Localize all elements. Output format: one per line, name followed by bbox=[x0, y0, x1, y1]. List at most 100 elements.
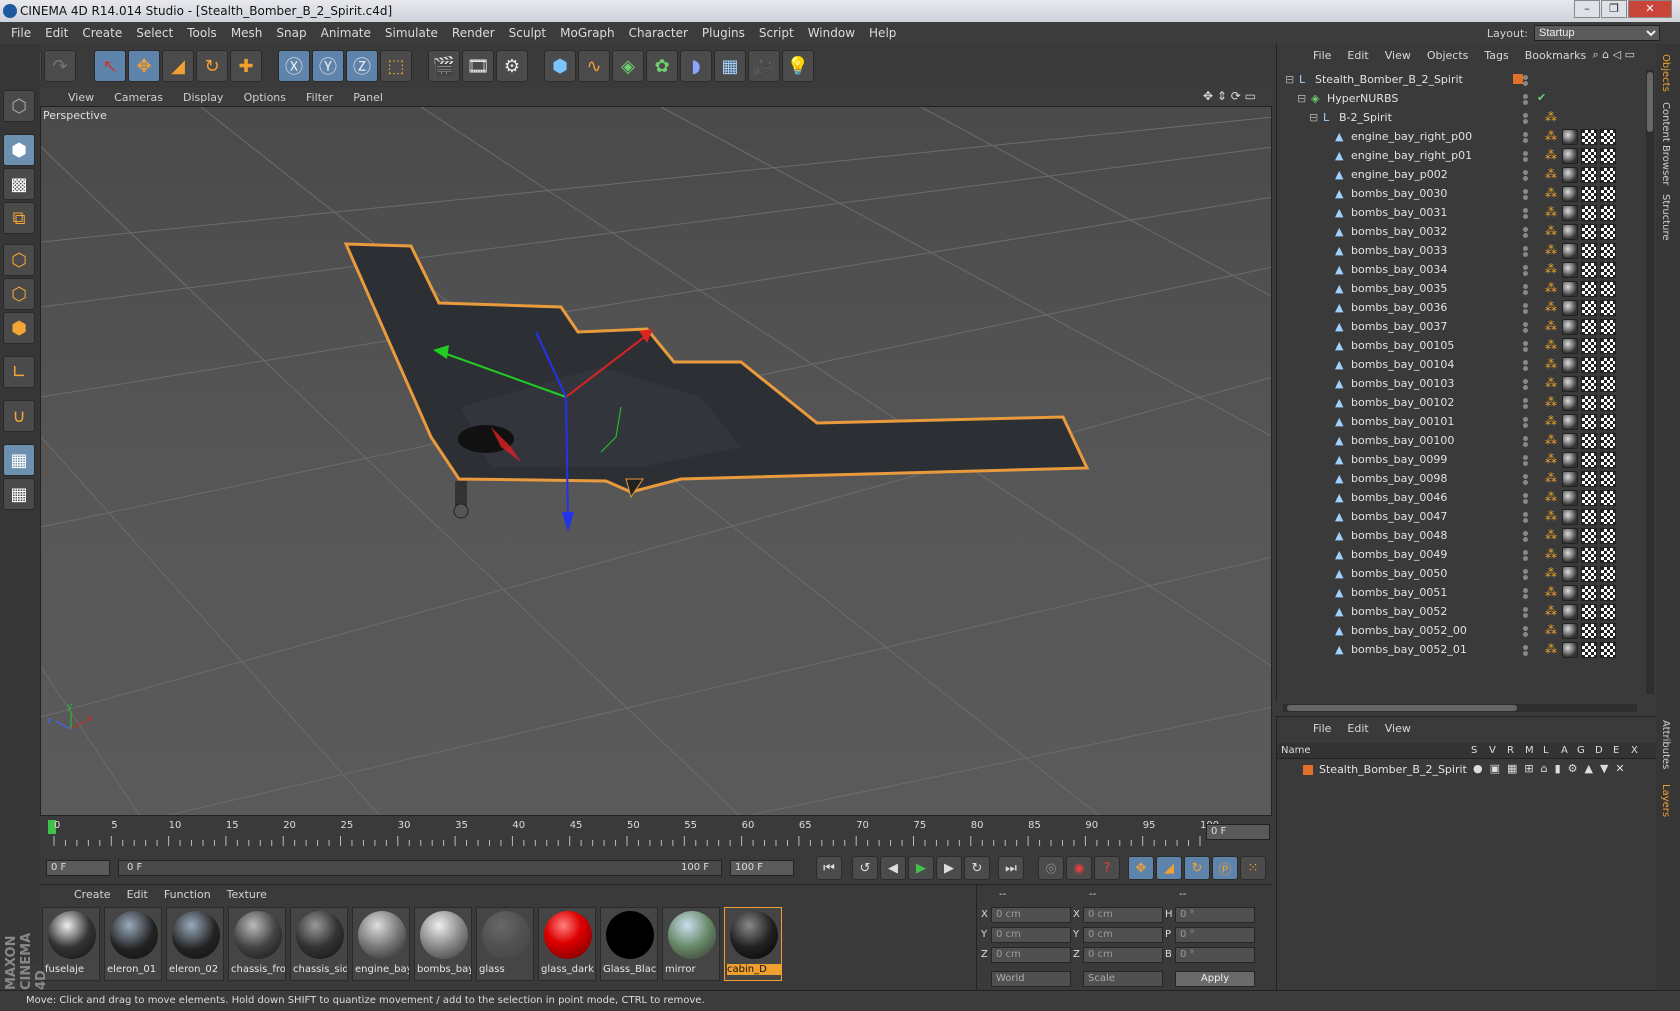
y-axis-lock-icon[interactable]: Ⓨ bbox=[312, 50, 344, 82]
texture-mode-icon[interactable]: ▩ bbox=[3, 168, 35, 200]
expand-toggle-icon[interactable] bbox=[1321, 644, 1333, 656]
object-tree-row[interactable]: ▲ bombs_bay_0050 ⁂ bbox=[1277, 564, 1647, 584]
object-tree-row[interactable]: ▲ bombs_bay_00101 ⁂ bbox=[1277, 412, 1647, 432]
layer-row[interactable]: Stealth_Bomber_B_2_Spirit ●▣▦⊞⌂▮⚙▲▼✕ bbox=[1277, 761, 1657, 779]
coord-system-dropdown[interactable]: World bbox=[991, 971, 1071, 987]
visibility-dots[interactable] bbox=[1523, 94, 1533, 105]
min-frame-field[interactable]: 0 F bbox=[46, 860, 110, 876]
expand-toggle-icon[interactable] bbox=[1321, 530, 1333, 542]
visibility-dots[interactable] bbox=[1523, 284, 1533, 295]
expand-toggle-icon[interactable] bbox=[1321, 397, 1333, 409]
layers-menu-file[interactable]: File bbox=[1305, 722, 1339, 735]
menu-script[interactable]: Script bbox=[752, 26, 801, 40]
key-parameter-icon[interactable]: Ⓟ bbox=[1212, 856, 1238, 880]
menu-mograph[interactable]: MoGraph bbox=[553, 26, 622, 40]
expand-toggle-icon[interactable] bbox=[1321, 549, 1333, 561]
object-tree-row[interactable]: ▲ bombs_bay_0048 ⁂ bbox=[1277, 526, 1647, 546]
object-tags[interactable]: ⁂ bbox=[1545, 167, 1619, 183]
object-tags[interactable]: ⁂ bbox=[1545, 547, 1619, 563]
visibility-dots[interactable] bbox=[1523, 512, 1533, 523]
play-icon[interactable]: ▶ bbox=[908, 856, 934, 880]
model-mode-icon[interactable]: ⬢ bbox=[3, 134, 35, 166]
record-position-icon[interactable]: ◎ bbox=[1038, 856, 1064, 880]
expand-toggle-icon[interactable] bbox=[1321, 131, 1333, 143]
nurbs-icon[interactable]: ◈ bbox=[612, 50, 644, 82]
material-menu-edit[interactable]: Edit bbox=[119, 888, 156, 901]
object-tags[interactable]: ⁂ bbox=[1545, 433, 1619, 449]
object-tree-row[interactable]: ▲ bombs_bay_0037 ⁂ bbox=[1277, 317, 1647, 337]
menu-render[interactable]: Render bbox=[445, 26, 502, 40]
expand-toggle-icon[interactable] bbox=[1321, 511, 1333, 523]
layer-col-d[interactable]: D bbox=[1595, 745, 1603, 756]
material-menu-texture[interactable]: Texture bbox=[219, 888, 275, 901]
tab-content-browser[interactable]: Content Browser bbox=[1660, 102, 1671, 185]
visibility-dots[interactable] bbox=[1523, 189, 1533, 200]
menu-file[interactable]: File bbox=[4, 26, 38, 40]
material-swatch[interactable]: chassis_fro bbox=[228, 907, 286, 981]
layer-col-s[interactable]: S bbox=[1471, 745, 1477, 756]
tab-objects[interactable]: Objects bbox=[1660, 54, 1671, 92]
menu-animate[interactable]: Animate bbox=[314, 26, 378, 40]
visibility-dots[interactable] bbox=[1523, 417, 1533, 428]
material-swatch[interactable]: eleron_02 bbox=[166, 907, 224, 981]
enabled-check-icon[interactable]: ✔ bbox=[1537, 91, 1546, 104]
z-axis-lock-icon[interactable]: Ⓩ bbox=[346, 50, 378, 82]
viewport-menu-filter[interactable]: Filter bbox=[296, 91, 343, 104]
visibility-dots[interactable] bbox=[1523, 626, 1533, 637]
go-to-end-icon[interactable]: ⏭ bbox=[998, 856, 1024, 880]
expand-toggle-icon[interactable] bbox=[1321, 378, 1333, 390]
size-mode-dropdown[interactable]: Scale bbox=[1083, 971, 1163, 987]
visibility-dots[interactable] bbox=[1523, 398, 1533, 409]
object-tags[interactable]: ⁂ bbox=[1545, 623, 1619, 639]
expand-toggle-icon[interactable] bbox=[1321, 188, 1333, 200]
close-button[interactable]: ✕ bbox=[1628, 0, 1672, 18]
viewport-menu-display[interactable]: Display bbox=[173, 91, 234, 104]
expand-toggle-icon[interactable] bbox=[1321, 283, 1333, 295]
layer-col-a[interactable]: A bbox=[1561, 745, 1568, 756]
key-scale-icon[interactable]: ◢ bbox=[1156, 856, 1182, 880]
object-tree-row[interactable]: ▲ engine_bay_right_p00 ⁂ bbox=[1277, 127, 1647, 147]
object-tree-row[interactable]: ▲ bombs_bay_0030 ⁂ bbox=[1277, 184, 1647, 204]
layer-col-m[interactable]: M bbox=[1525, 745, 1534, 756]
visibility-dots[interactable] bbox=[1523, 379, 1533, 390]
object-tree-hscrollbar[interactable] bbox=[1283, 704, 1637, 712]
material-swatch[interactable]: chassis_sid bbox=[290, 907, 348, 981]
expand-toggle-icon[interactable]: ⊟ bbox=[1309, 112, 1321, 124]
objects-menu-view[interactable]: View bbox=[1377, 49, 1419, 62]
visibility-dots[interactable] bbox=[1523, 474, 1533, 485]
layer-col-g[interactable]: G bbox=[1577, 745, 1585, 756]
object-tree-row[interactable]: ⊟ L Stealth_Bomber_B_2_Spirit bbox=[1277, 70, 1647, 90]
material-swatch[interactable]: Glass_Black bbox=[600, 907, 658, 981]
expand-toggle-icon[interactable] bbox=[1321, 207, 1333, 219]
object-tree-row[interactable]: ▲ bombs_bay_00104 ⁂ bbox=[1277, 355, 1647, 375]
minimize-button[interactable]: – bbox=[1574, 0, 1600, 18]
object-tree-row[interactable]: ▲ bombs_bay_0032 ⁂ bbox=[1277, 222, 1647, 242]
visibility-dots[interactable] bbox=[1523, 436, 1533, 447]
layout-dropdown[interactable]: Startup bbox=[1534, 25, 1660, 41]
objects-menu-edit[interactable]: Edit bbox=[1339, 49, 1376, 62]
object-tree-row[interactable]: ▲ bombs_bay_0099 ⁂ bbox=[1277, 450, 1647, 470]
expand-toggle-icon[interactable] bbox=[1321, 150, 1333, 162]
visibility-dots[interactable] bbox=[1523, 132, 1533, 143]
viewport-menu-panel[interactable]: Panel bbox=[343, 91, 393, 104]
object-tags[interactable]: ⁂ bbox=[1545, 642, 1619, 658]
expand-toggle-icon[interactable] bbox=[1321, 416, 1333, 428]
object-tags[interactable]: ⁂ bbox=[1545, 224, 1619, 240]
autokey-icon[interactable]: ◉ bbox=[1066, 856, 1092, 880]
menu-sculpt[interactable]: Sculpt bbox=[502, 26, 553, 40]
position-x-field[interactable]: 0 cm bbox=[991, 907, 1071, 923]
object-tree-scrollbar[interactable] bbox=[1646, 70, 1654, 694]
object-tags[interactable]: ⁂ bbox=[1545, 395, 1619, 411]
object-tags[interactable]: ⁂ bbox=[1545, 414, 1619, 430]
visibility-dots[interactable] bbox=[1523, 227, 1533, 238]
expand-toggle-icon[interactable] bbox=[1321, 340, 1333, 352]
light-icon[interactable]: 💡 bbox=[782, 50, 814, 82]
floor-scene-icon[interactable]: ▦ bbox=[714, 50, 746, 82]
material-swatch[interactable]: bombs_bay bbox=[414, 907, 472, 981]
visibility-dots[interactable] bbox=[1523, 607, 1533, 618]
viewport-menu-options[interactable]: Options bbox=[234, 91, 296, 104]
object-tree-row[interactable]: ▲ bombs_bay_0034 ⁂ bbox=[1277, 260, 1647, 280]
axis-mode-icon[interactable]: ∟ bbox=[3, 356, 35, 388]
layer-col-x[interactable]: X bbox=[1631, 745, 1638, 756]
object-tags[interactable]: ⁂ bbox=[1545, 566, 1619, 582]
